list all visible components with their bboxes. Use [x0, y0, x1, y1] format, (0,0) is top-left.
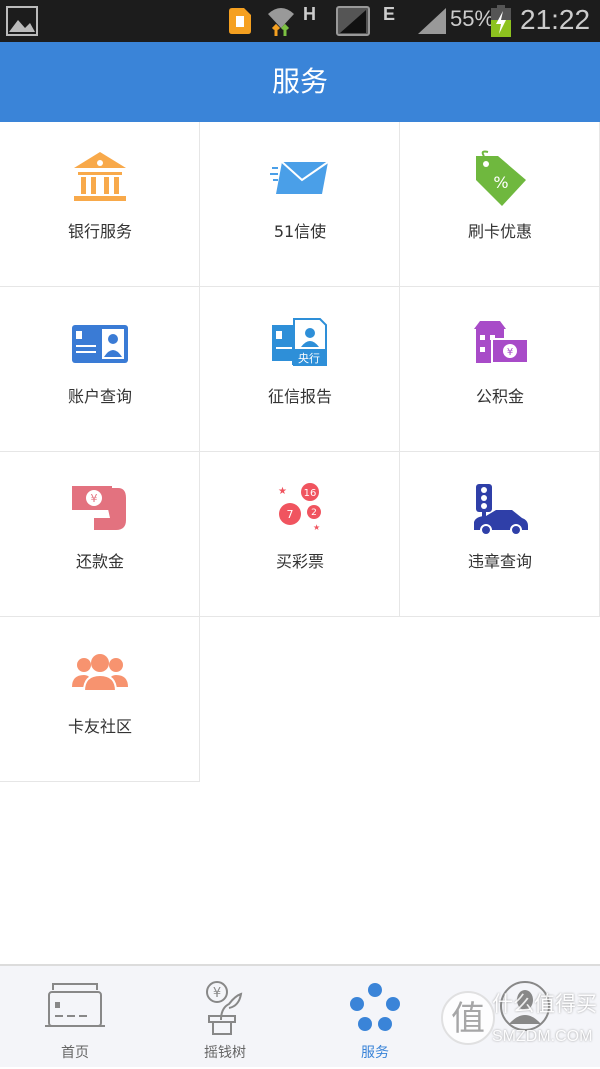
service-label: 征信报告: [267, 387, 332, 406]
service-card-discount[interactable]: % 刷卡优惠: [400, 122, 600, 287]
service-label: 违章查询: [467, 552, 532, 571]
svg-text:¥: ¥: [91, 492, 98, 505]
watermark: 值 什么值得买 SMZDM.COM: [440, 978, 600, 1063]
service-account-query[interactable]: 账户查询: [0, 287, 200, 452]
svg-text:%: %: [493, 173, 508, 192]
tab-home[interactable]: 首页: [0, 966, 150, 1069]
service-label: 刷卡优惠: [467, 222, 532, 241]
service-credit-report[interactable]: 央行 征信报告: [200, 287, 400, 452]
traffic-light-car-icon: [474, 484, 528, 536]
services-dots-icon: [350, 983, 400, 1031]
service-label: 账户查询: [67, 387, 132, 406]
tab-label: 服务: [361, 1045, 389, 1061]
service-label: 还款金: [75, 552, 124, 571]
battery-percent: 55%: [450, 6, 495, 31]
service-traffic-violation[interactable]: 违章查询: [400, 452, 600, 617]
bank-icon: [74, 152, 126, 201]
service-housing-fund[interactable]: ¥ 公积金: [400, 287, 600, 452]
id-card-icon: [72, 325, 128, 363]
tab-services[interactable]: 服务: [300, 966, 450, 1069]
svg-text:¥: ¥: [507, 347, 513, 358]
repay-money-icon: ¥: [72, 486, 126, 530]
tab-money-tree[interactable]: ¥ 摇钱树: [150, 966, 300, 1069]
lottery-balls-icon: ★ 16 7 2 ★: [278, 483, 321, 532]
service-lottery[interactable]: ★ 16 7 2 ★ 买彩票: [200, 452, 400, 617]
watermark-site: SMZDM.COM: [492, 1028, 593, 1045]
mail-icon: [270, 161, 329, 194]
service-label: 公积金: [475, 387, 524, 406]
lottery-number: 7: [287, 508, 294, 521]
signal-sim1-icon: [336, 6, 370, 36]
housing-fund-icon: ¥: [474, 321, 529, 364]
service-card-community[interactable]: 卡友社区: [0, 617, 200, 782]
clock: 21:22: [520, 4, 591, 35]
service-bank[interactable]: 银行服务: [0, 122, 200, 287]
community-users-icon: [72, 654, 128, 692]
svg-text:★: ★: [313, 523, 320, 532]
watermark-text: 什么值得买: [492, 992, 597, 1016]
wifi-icon: [268, 8, 294, 36]
credit-badge-text: 央行: [298, 352, 320, 365]
watermark-glyph: 值: [451, 999, 485, 1039]
service-label: 银行服务: [67, 222, 132, 241]
service-label: 卡友社区: [67, 717, 132, 736]
card-home-icon: [45, 983, 105, 1027]
lottery-number: 2: [311, 508, 317, 518]
svg-text:★: ★: [278, 486, 287, 497]
svg-text:¥: ¥: [213, 986, 221, 1001]
watermark-logo: 值: [441, 991, 495, 1045]
tab-label: 首页: [61, 1045, 89, 1061]
service-repayment[interactable]: ¥ 还款金: [0, 452, 200, 617]
tab-label: 摇钱树: [204, 1045, 246, 1061]
discount-tag-icon: %: [476, 150, 526, 206]
gallery-notification-icon: [6, 6, 38, 36]
service-51-messenger[interactable]: 51信使: [200, 122, 400, 287]
service-label: 买彩票: [275, 552, 324, 571]
lottery-number: 16: [304, 488, 317, 499]
battery-charging-icon: [491, 5, 511, 37]
network-type-h: H: [303, 4, 316, 24]
status-bar: H E 55% 21:22: [0, 0, 600, 42]
service-label: 51信使: [273, 222, 327, 241]
network-type-e: E: [383, 4, 396, 24]
signal-sim2-icon: [418, 8, 446, 34]
sim-card-icon: [229, 8, 251, 34]
money-tree-icon: ¥: [206, 981, 243, 1035]
page-title: 服务: [0, 42, 600, 122]
credit-report-icon: 央行: [272, 318, 327, 366]
